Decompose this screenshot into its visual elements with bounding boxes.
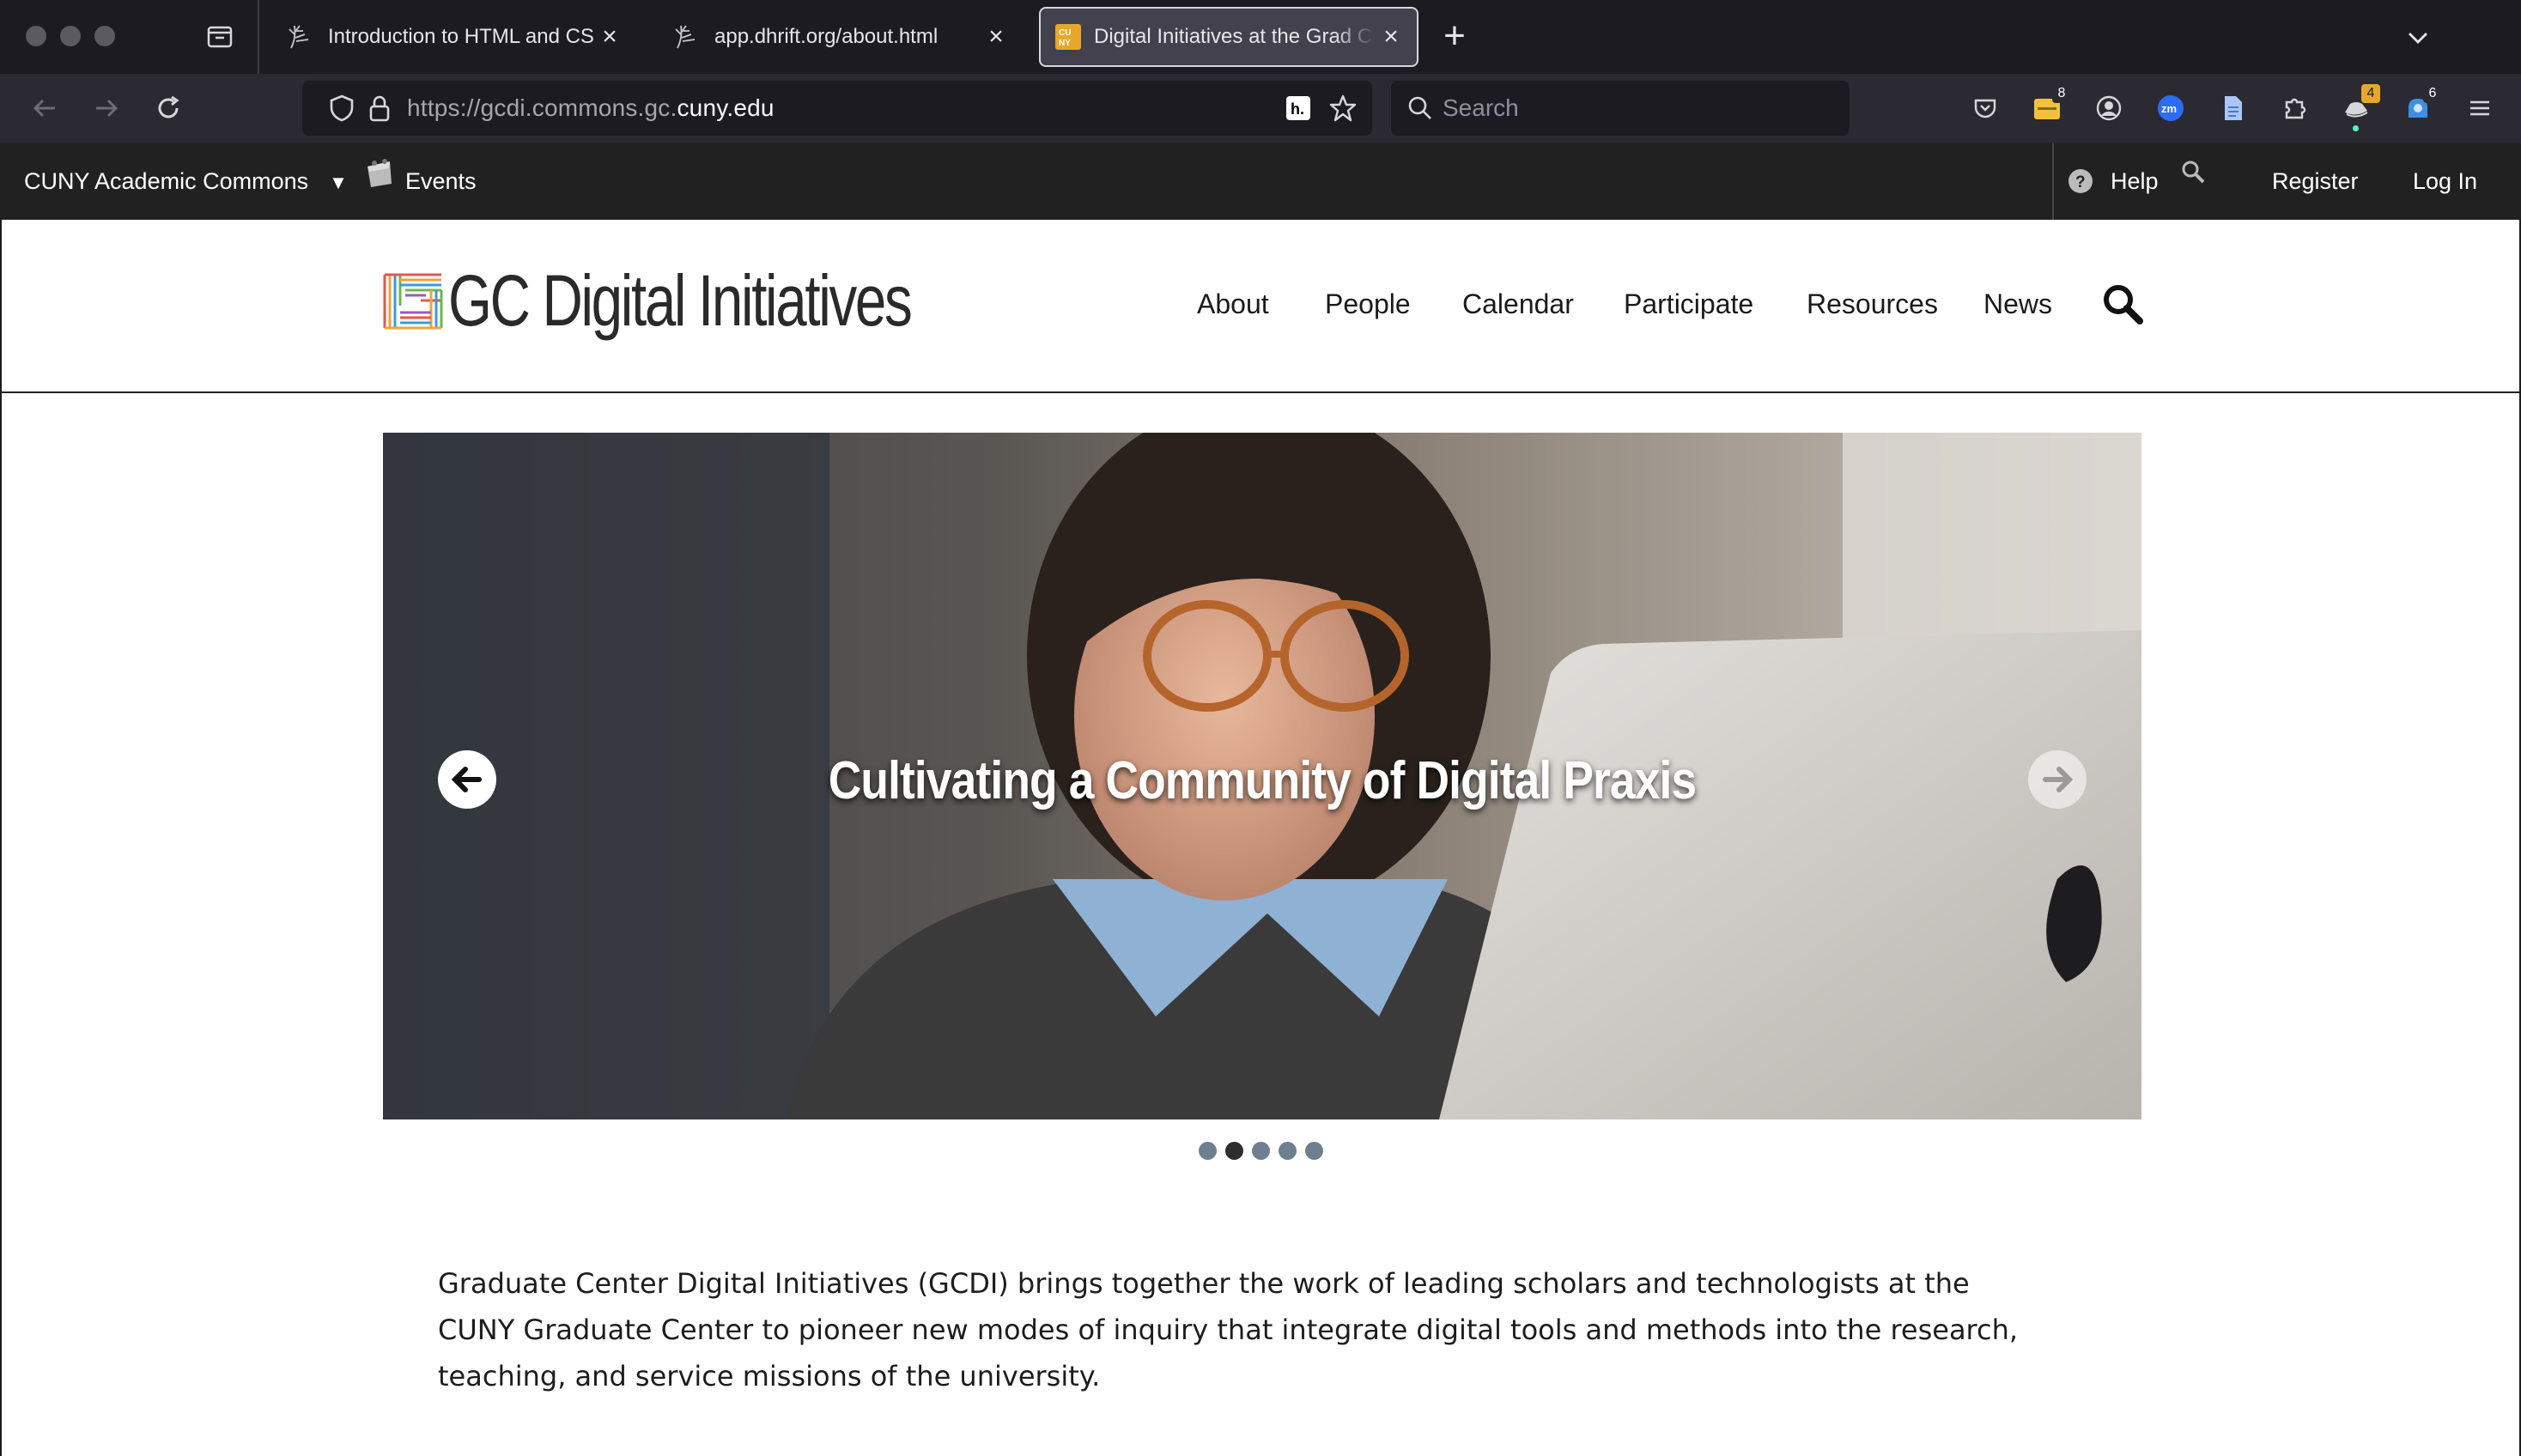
login-link[interactable]: Log In [2413,168,2477,195]
firefox-view-icon[interactable] [204,21,235,52]
nav-people[interactable]: People [1325,288,1411,320]
carousel-dot[interactable] [1199,1142,1217,1160]
divider [2052,143,2054,220]
search-icon[interactable] [2100,282,2145,326]
back-arrow-icon[interactable] [26,89,64,127]
events-icon[interactable] [364,156,395,197]
carousel-dot[interactable] [1305,1142,1323,1160]
pocket-icon[interactable] [1968,91,2002,125]
tab-title: app.dhrift.org/about.html [714,25,939,48]
tab-strip: Introduction to HTML and CSS × app.dhrif… [0,0,2521,74]
browser-window: Introduction to HTML and CSS × app.dhrif… [0,0,2521,1456]
nav-news[interactable]: News [1983,288,2052,320]
document-icon[interactable] [2215,91,2250,125]
search-input[interactable]: Search [1443,94,1519,122]
page-viewport: GC Digital Initiatives About People Cale… [2,220,2519,1456]
minimize-window-button[interactable] [60,26,81,46]
bookmark-star-icon[interactable] [1327,93,1358,128]
svg-text:NY: NY [1059,39,1071,48]
navigation-toolbar: https://gcdi.commons.gc.cuny.edu h. Sear… [0,74,2521,143]
events-link[interactable]: Events [405,168,477,195]
dandelion-icon [671,21,702,52]
forward-arrow-icon[interactable] [88,89,125,127]
zoom-window-button[interactable] [94,26,115,46]
svg-text:h.: h. [1291,100,1304,118]
extension-badge: 4 [2361,84,2380,103]
address-bar[interactable]: https://gcdi.commons.gc.cuny.edu h. [302,81,1372,136]
cuny-icon: CU NY [1053,21,1084,52]
help-icon[interactable]: ? [2068,168,2093,200]
slide-caption: Cultivating a Community of Digital Praxi… [828,751,1697,810]
close-tab-icon[interactable]: × [594,21,625,52]
tab-dhrift-about[interactable]: app.dhrift.org/about.html × [653,7,1022,67]
nav-about[interactable]: About [1197,288,1269,320]
caret-down-icon: ▼ [329,172,348,193]
svg-text:?: ? [2075,173,2086,191]
carousel-dot[interactable] [1279,1142,1297,1160]
url-text[interactable]: https://gcdi.commons.gc.cuny.edu [407,94,775,122]
tab-title: Digital Initiatives at the Grad Center [1094,25,1376,48]
site-header: GC Digital Initiatives About People Cale… [2,220,2519,393]
extensions-puzzle-icon[interactable] [2277,91,2311,125]
nav-resources[interactable]: Resources [1807,288,1938,320]
new-tab-icon[interactable]: + [1436,17,1473,57]
carousel-pagination [1199,1142,1323,1161]
tab-separator [258,0,259,74]
hero-carousel: Cultivating a Community of Digital Praxi… [383,433,2141,1119]
extension-badge: 6 [2423,84,2442,103]
account-icon[interactable] [2092,91,2126,125]
zoom-icon[interactable]: zm [2153,91,2188,125]
svg-text:zm: zm [2161,102,2177,115]
gcdi-logo-mark[interactable] [383,271,443,331]
tab-intro-html-css[interactable]: Introduction to HTML and CSS × [266,7,635,67]
close-tab-icon[interactable]: × [981,21,1011,52]
lock-icon[interactable] [364,93,395,128]
nav-calendar[interactable]: Calendar [1462,288,1574,320]
dandelion-icon [285,21,316,52]
site-logo-text[interactable]: GC Digital Initiatives [448,259,913,343]
register-link[interactable]: Register [2272,168,2359,195]
hypothesis-icon[interactable]: h. [1286,96,1310,120]
extension-badge: 8 [2052,84,2071,103]
carousel-prev-arrow-icon[interactable] [438,750,496,809]
commons-admin-bar: CUNY Academic Commons ▼ Events ? Help Reg… [0,143,2521,220]
site-switcher-label: CUNY Academic Commons [24,168,309,194]
close-window-button[interactable] [26,26,46,46]
close-tab-icon[interactable]: × [1376,21,1406,52]
site-switcher[interactable]: CUNY Academic Commons ▼ [24,168,348,195]
nav-participate[interactable]: Participate [1624,288,1753,320]
chevron-down-icon[interactable] [2401,21,2435,55]
tab-title: Introduction to HTML and CSS [328,25,594,48]
carousel-next-arrow-icon[interactable] [2028,750,2087,809]
carousel-dot[interactable] [1225,1142,1243,1160]
notification-extension-icon[interactable]: 6 [2401,84,2442,125]
search-icon[interactable] [2179,158,2208,193]
search-bar[interactable]: Search [1391,81,1850,136]
status-dot [2353,125,2359,131]
shield-icon[interactable] [326,93,357,128]
search-icon [1405,93,1436,128]
hat-extension-icon[interactable]: 4 [2339,84,2380,131]
reload-icon[interactable] [149,89,187,127]
help-link[interactable]: Help [2111,168,2159,195]
svg-text:CU: CU [1059,28,1071,38]
carousel-dot[interactable] [1252,1142,1270,1160]
folder-extension-icon[interactable]: 8 [2030,84,2071,125]
tab-digital-initiatives[interactable]: CUNY Digital Initiatives at the Grad Cen… [1039,7,1418,67]
intro-paragraph: Graduate Center Digital Initiatives (GCD… [438,1267,2019,1392]
hamburger-menu-icon[interactable] [2463,91,2497,125]
